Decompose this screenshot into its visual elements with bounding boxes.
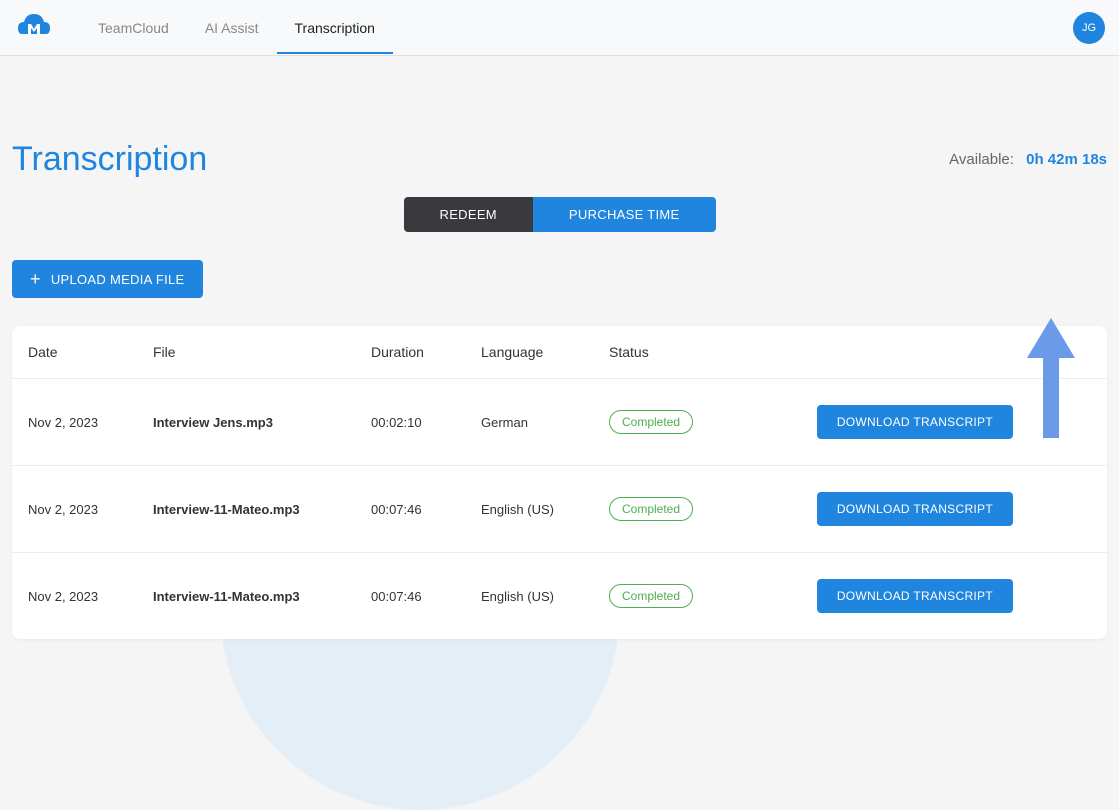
cell-duration: 00:02:10 bbox=[371, 415, 481, 430]
table-row: Nov 2, 2023 Interview-11-Mateo.mp3 00:07… bbox=[12, 466, 1107, 553]
cell-status: Completed bbox=[609, 497, 801, 521]
app-logo[interactable] bbox=[14, 10, 54, 46]
table-row: Nov 2, 2023 Interview Jens.mp3 00:02:10 … bbox=[12, 379, 1107, 466]
cell-date: Nov 2, 2023 bbox=[28, 589, 153, 604]
main-nav: TeamCloud AI Assist Transcription bbox=[80, 2, 393, 54]
header-date: Date bbox=[28, 344, 153, 360]
cell-status: Completed bbox=[609, 584, 801, 608]
cell-date: Nov 2, 2023 bbox=[28, 415, 153, 430]
nav-teamcloud[interactable]: TeamCloud bbox=[80, 2, 187, 54]
up-arrow-icon bbox=[1023, 318, 1079, 443]
plus-icon: + bbox=[30, 270, 41, 288]
status-badge: Completed bbox=[609, 410, 693, 434]
cell-date: Nov 2, 2023 bbox=[28, 502, 153, 517]
available-time-section: Available: 0h 42m 18s bbox=[949, 151, 1107, 168]
cell-status: Completed bbox=[609, 410, 801, 434]
cell-file: Interview-11-Mateo.mp3 bbox=[153, 589, 371, 604]
cell-action: DOWNLOAD TRANSCRIPT bbox=[801, 492, 1091, 526]
app-header: TeamCloud AI Assist Transcription JG bbox=[0, 0, 1119, 56]
status-badge: Completed bbox=[609, 497, 693, 521]
cell-duration: 00:07:46 bbox=[371, 502, 481, 517]
status-badge: Completed bbox=[609, 584, 693, 608]
upload-media-button[interactable]: + UPLOAD MEDIA FILE bbox=[12, 260, 203, 298]
table-row: Nov 2, 2023 Interview-11-Mateo.mp3 00:07… bbox=[12, 553, 1107, 639]
time-button-group: REDEEM PURCHASE TIME bbox=[12, 197, 1107, 232]
download-transcript-button[interactable]: DOWNLOAD TRANSCRIPT bbox=[817, 579, 1013, 613]
header-status: Status bbox=[609, 344, 801, 360]
header-file: File bbox=[153, 344, 371, 360]
header-language: Language bbox=[481, 344, 609, 360]
available-label: Available: bbox=[949, 151, 1014, 168]
cell-language: English (US) bbox=[481, 589, 609, 604]
page-content: Transcription Available: 0h 42m 18s REDE… bbox=[0, 140, 1119, 639]
transcription-table: Date File Duration Language Status Nov 2… bbox=[12, 326, 1107, 639]
cell-file: Interview-11-Mateo.mp3 bbox=[153, 502, 371, 517]
user-avatar[interactable]: JG bbox=[1073, 12, 1105, 44]
upload-button-label: UPLOAD MEDIA FILE bbox=[51, 272, 185, 287]
purchase-time-button[interactable]: PURCHASE TIME bbox=[533, 197, 716, 232]
cell-action: DOWNLOAD TRANSCRIPT bbox=[801, 579, 1091, 613]
download-transcript-button[interactable]: DOWNLOAD TRANSCRIPT bbox=[817, 405, 1013, 439]
cell-language: German bbox=[481, 415, 609, 430]
page-title: Transcription bbox=[12, 140, 207, 179]
cell-file: Interview Jens.mp3 bbox=[153, 415, 371, 430]
available-time-value: 0h 42m 18s bbox=[1026, 151, 1107, 168]
cell-language: English (US) bbox=[481, 502, 609, 517]
page-header: Transcription Available: 0h 42m 18s bbox=[12, 140, 1107, 179]
download-transcript-button[interactable]: DOWNLOAD TRANSCRIPT bbox=[817, 492, 1013, 526]
nav-ai-assist[interactable]: AI Assist bbox=[187, 2, 277, 54]
cell-duration: 00:07:46 bbox=[371, 589, 481, 604]
header-duration: Duration bbox=[371, 344, 481, 360]
nav-transcription[interactable]: Transcription bbox=[277, 2, 393, 54]
table-header: Date File Duration Language Status bbox=[12, 326, 1107, 379]
redeem-button[interactable]: REDEEM bbox=[404, 197, 533, 232]
